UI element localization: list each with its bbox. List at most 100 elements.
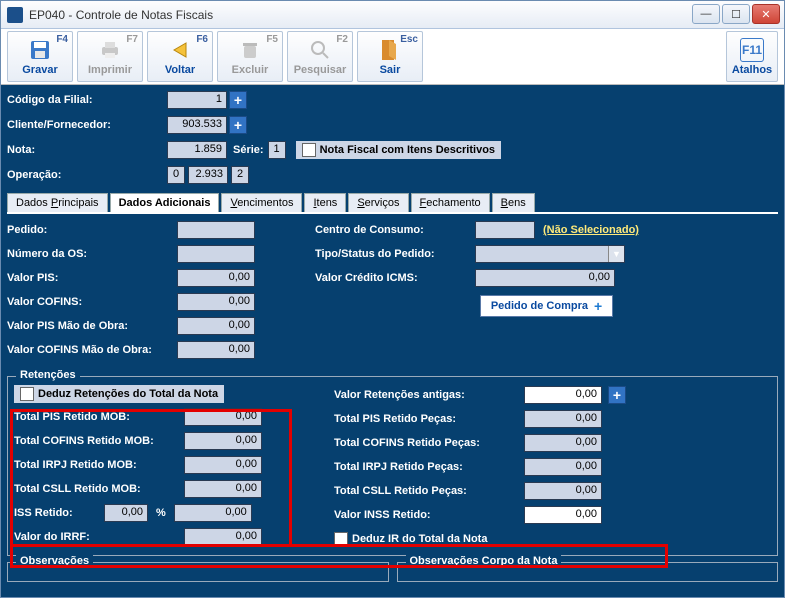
credito-input[interactable]: 0,00	[475, 269, 615, 287]
atalhos-button[interactable]: F11 Atalhos	[726, 31, 778, 82]
valorcofins-input[interactable]: 0,00	[177, 293, 255, 311]
filial-plus-button[interactable]: +	[229, 91, 247, 109]
filial-label: Código da Filial:	[7, 94, 167, 106]
pis-mob-input[interactable]: 0,00	[184, 408, 262, 426]
irpj-mob-input[interactable]: 0,00	[184, 456, 262, 474]
cofins-mob-input[interactable]: 0,00	[184, 432, 262, 450]
nota-input[interactable]: 1.859	[167, 141, 227, 159]
csll-pecas-label: Total CSLL Retido Peças:	[334, 485, 524, 497]
inss-label: Valor INSS Retido:	[334, 509, 524, 521]
valorpis-mo-label: Valor PIS Mão de Obra:	[7, 320, 177, 332]
observacoes-corpo-title: Observações Corpo da Nota	[406, 555, 562, 567]
minimize-button[interactable]: —	[692, 4, 720, 24]
cofins-pecas-label: Total COFINS Retido Peças:	[334, 437, 524, 449]
tab-fechamento[interactable]: Fechamento	[411, 193, 490, 212]
nf-descritivos-check[interactable]: Nota Fiscal com Itens Descritivos	[296, 141, 501, 159]
window-title: EP040 - Controle de Notas Fiscais	[29, 8, 692, 22]
pedido-label: Pedido:	[7, 224, 177, 236]
tab-strip: Dados Principais Dados Adicionais Vencim…	[7, 190, 778, 212]
valorpis-input[interactable]: 0,00	[177, 269, 255, 287]
nota-label: Nota:	[7, 144, 167, 156]
voltar-button[interactable]: F6 Voltar	[147, 31, 213, 82]
tab-servicos[interactable]: Serviços	[348, 193, 408, 212]
maximize-button[interactable]: ☐	[722, 4, 750, 24]
iss-pct-input[interactable]: 0,00	[104, 504, 148, 522]
retencoes-title: Retenções	[16, 369, 80, 381]
shortcuts-icon: F11	[740, 38, 764, 62]
operacao-label: Operação:	[7, 169, 167, 181]
tab-vencimentos[interactable]: Vencimentos	[221, 193, 302, 212]
observacoes-title: Observações	[16, 555, 93, 567]
operacao-b-input[interactable]: 2.933	[188, 166, 228, 184]
antigas-label: Valor Retenções antigas:	[334, 389, 524, 401]
tipo-dropdown[interactable]: ▼	[475, 245, 625, 263]
pesquisar-button[interactable]: F2 Pesquisar	[287, 31, 353, 82]
pis-pecas-label: Total PIS Retido Peças:	[334, 413, 524, 425]
plus-icon: +	[594, 298, 602, 314]
irrf-label: Valor do IRRF:	[14, 531, 184, 543]
pct-sign: %	[156, 507, 166, 519]
retencoes-group: Retenções Deduz Retenções do Total da No…	[7, 376, 778, 556]
cofins-pecas-input[interactable]: 0,00	[524, 434, 602, 452]
tab-itens[interactable]: Itens	[304, 193, 346, 212]
centro-selection-link[interactable]: (Não Selecionado)	[543, 224, 639, 236]
cliente-label: Cliente/Fornecedor:	[7, 119, 167, 131]
title-bar: EP040 - Controle de Notas Fiscais — ☐ ✕	[1, 1, 784, 29]
irpj-pecas-label: Total IRPJ Retido Peças:	[334, 461, 524, 473]
exit-icon	[378, 38, 402, 62]
app-icon	[7, 7, 23, 23]
cliente-plus-button[interactable]: +	[229, 116, 247, 134]
valorpis-mo-input[interactable]: 0,00	[177, 317, 255, 335]
centro-input[interactable]	[475, 221, 535, 239]
save-icon	[28, 38, 52, 62]
tab-dados-adicionais[interactable]: Dados Adicionais	[110, 193, 220, 212]
cliente-input[interactable]: 903.533	[167, 116, 227, 134]
imprimir-button[interactable]: F7 Imprimir	[77, 31, 143, 82]
pedido-compra-button[interactable]: Pedido de Compra+	[480, 295, 613, 317]
toolbar: F4 Gravar F7 Imprimir F6 Voltar F5 Exclu…	[1, 29, 784, 85]
numos-label: Número da OS:	[7, 248, 177, 260]
close-button[interactable]: ✕	[752, 4, 780, 24]
observacoes-group: Observações	[7, 562, 389, 582]
antigas-plus-button[interactable]: +	[608, 386, 626, 404]
antigas-input[interactable]: 0,00	[524, 386, 602, 404]
excluir-button[interactable]: F5 Excluir	[217, 31, 283, 82]
inss-input[interactable]: 0,00	[524, 506, 602, 524]
numos-input[interactable]	[177, 245, 255, 263]
valorcofins-mo-input[interactable]: 0,00	[177, 341, 255, 359]
sair-button[interactable]: Esc Sair	[357, 31, 423, 82]
valorpis-label: Valor PIS:	[7, 272, 177, 284]
serie-input[interactable]: 1	[268, 141, 286, 159]
pis-pecas-input[interactable]: 0,00	[524, 410, 602, 428]
deduz-retencoes-check[interactable]: Deduz Retenções do Total da Nota	[14, 385, 224, 403]
credito-label: Valor Crédito ICMS:	[315, 272, 475, 284]
filial-input[interactable]: 1	[167, 91, 227, 109]
iss-val-input[interactable]: 0,00	[174, 504, 252, 522]
search-icon	[308, 38, 332, 62]
pedido-input[interactable]	[177, 221, 255, 239]
iss-label: ISS Retido:	[14, 507, 104, 519]
csll-mob-label: Total CSLL Retido MOB:	[14, 483, 184, 495]
csll-mob-input[interactable]: 0,00	[184, 480, 262, 498]
irrf-input[interactable]: 0,00	[184, 528, 262, 546]
operacao-c-input[interactable]: 2	[231, 166, 249, 184]
tab-dados-principais[interactable]: Dados Principais	[7, 193, 108, 212]
operacao-a-input[interactable]: 0	[167, 166, 185, 184]
serie-label: Série:	[233, 144, 264, 156]
observacoes-corpo-group: Observações Corpo da Nota	[397, 562, 779, 582]
checkbox-icon	[334, 532, 348, 546]
checkbox-icon	[20, 387, 34, 401]
gravar-button[interactable]: F4 Gravar	[7, 31, 73, 82]
tab-bens[interactable]: Bens	[492, 193, 535, 212]
pis-mob-label: Total PIS Retido MOB:	[14, 411, 184, 423]
chevron-down-icon: ▼	[608, 246, 624, 262]
deduz-ir-check[interactable]: Deduz IR do Total da Nota	[334, 530, 493, 548]
cofins-mob-label: Total COFINS Retido MOB:	[14, 435, 184, 447]
irpj-pecas-input[interactable]: 0,00	[524, 458, 602, 476]
back-arrow-icon	[168, 38, 192, 62]
csll-pecas-input[interactable]: 0,00	[524, 482, 602, 500]
trash-icon	[238, 38, 262, 62]
valorcofins-label: Valor COFINS:	[7, 296, 177, 308]
irpj-mob-label: Total IRPJ Retido MOB:	[14, 459, 184, 471]
print-icon	[98, 38, 122, 62]
